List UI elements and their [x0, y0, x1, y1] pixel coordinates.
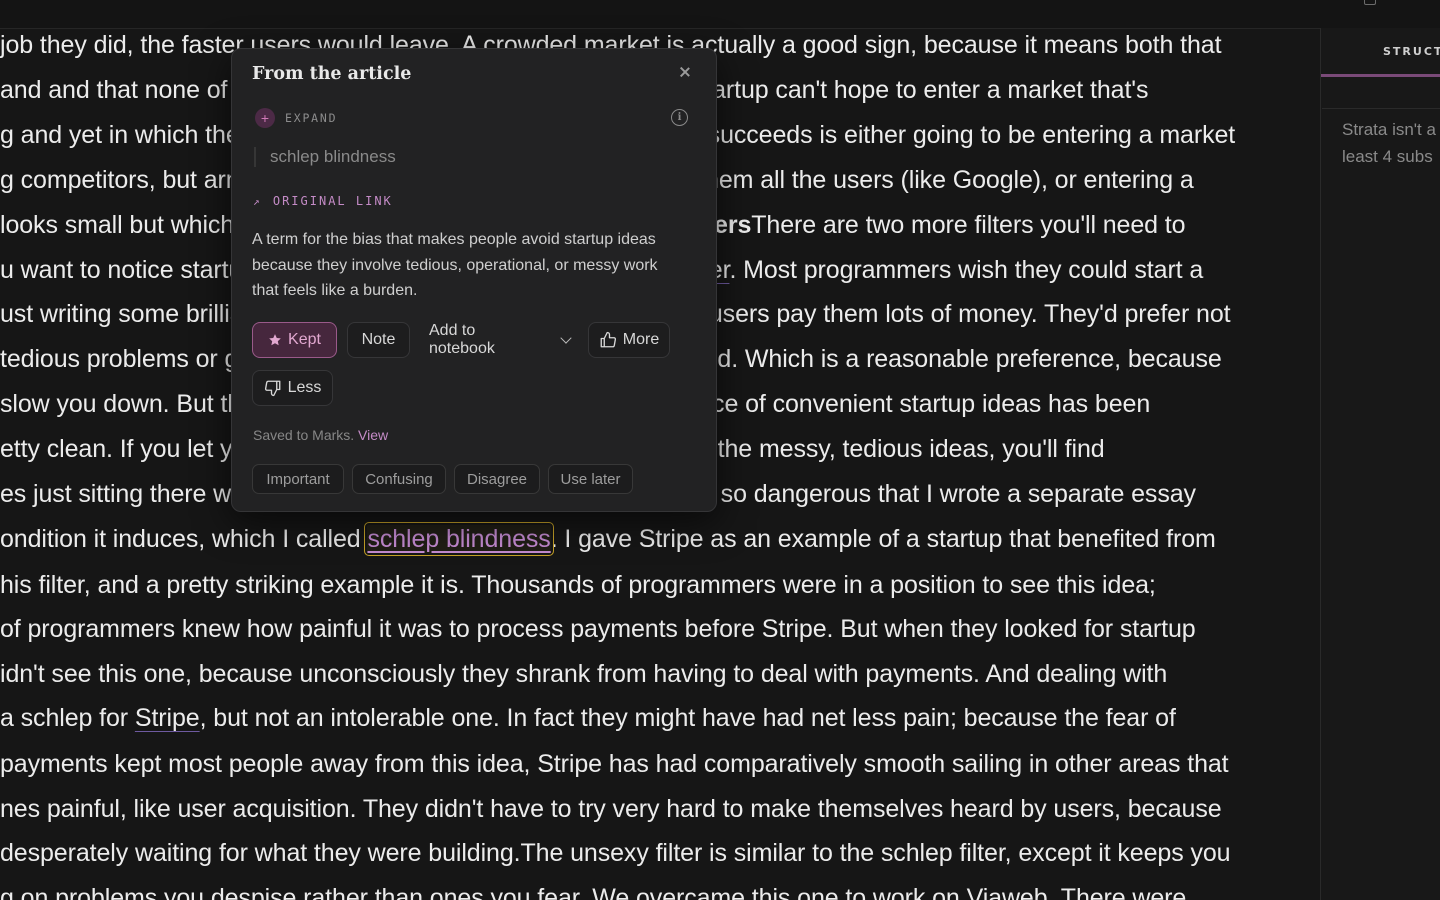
tab-structure[interactable]: STRUCTU [1383, 45, 1440, 58]
text-run: g on problems you despise rather than on… [0, 884, 1187, 900]
text-run: payments kept most people away from this… [0, 750, 1229, 778]
text-run: a schlep for [0, 704, 135, 732]
note-label: Note [361, 331, 396, 348]
view-marks-link[interactable]: View [358, 427, 388, 443]
more-label: More [622, 331, 660, 348]
structure-sidebar: STRUCTU Strata isn't a least 4 subs [1320, 28, 1440, 900]
add-to-notebook-dropdown[interactable]: Add to notebook [420, 322, 572, 358]
expand-label[interactable]: EXPAND [285, 111, 337, 125]
sidebar-text: Strata isn't a least 4 subs [1342, 116, 1436, 170]
article-line: nes painful, like user acquisition. They… [0, 793, 1222, 825]
expand-icon[interactable]: + [255, 108, 275, 128]
info-icon[interactable]: i [671, 109, 688, 126]
star-icon [269, 334, 281, 346]
top-bar [0, 0, 1440, 29]
close-icon[interactable] [678, 65, 692, 79]
original-link-label: ORIGINAL LINK [272, 194, 393, 208]
arrow-up-right-icon: ↗ [253, 195, 262, 208]
window-control-icon[interactable] [1364, 0, 1376, 5]
sidebar-divider [1322, 108, 1440, 109]
text-run: idn't see this one, because unconsciousl… [0, 660, 1168, 688]
article-line: idn't see this one, because unconsciousl… [0, 658, 1167, 690]
saved-text: Saved to Marks. [253, 427, 355, 443]
tag-confusing[interactable]: Confusing [352, 464, 446, 494]
article-line: payments kept most people away from this… [0, 748, 1229, 780]
less-label: Less [287, 379, 322, 396]
original-link[interactable]: ↗ ORIGINAL LINK [253, 194, 393, 208]
sidebar-text-line: Strata isn't a [1342, 120, 1436, 139]
highlighted-term[interactable]: schlep blindness [364, 522, 554, 556]
inline-link[interactable]: Stripe [135, 704, 200, 732]
note-button[interactable]: Note [347, 322, 410, 358]
kept-button[interactable]: Kept [252, 322, 337, 358]
text-run: . Most programmers wish they could start… [729, 256, 1204, 284]
tag-important[interactable]: Important [252, 464, 344, 494]
less-button[interactable]: Less [252, 370, 333, 406]
text-run: nes painful, like user acquisition. They… [0, 795, 1222, 823]
tag-use-later[interactable]: Use later [548, 464, 633, 494]
term-popover: From the article + EXPAND i schlep blind… [231, 48, 717, 512]
article-line: of programmers knew how painful it was t… [0, 613, 1196, 645]
chevron-down-icon [560, 332, 572, 344]
tag-disagree[interactable]: Disagree [454, 464, 540, 494]
text-run: desperately waiting for what they were b… [0, 839, 1231, 867]
kept-label: Kept [288, 331, 321, 348]
text-run: his filter, and a pretty striking exampl… [0, 571, 1156, 599]
text-run: of programmers knew how painful it was t… [0, 615, 1196, 643]
saved-status: Saved to Marks. View [253, 427, 388, 443]
text-run: , but not an intolerable one. In fact th… [199, 704, 1176, 732]
article-line: g on problems you despise rather than on… [0, 882, 1186, 900]
article-line: his filter, and a pretty striking exampl… [0, 569, 1156, 601]
article-line: a schlep for Stripe, but not an intolera… [0, 702, 1176, 734]
text-run: There are two more filters you'll need t… [751, 211, 1186, 239]
article-line: desperately waiting for what they were b… [0, 837, 1231, 869]
article-line: ondition it induces, which I called schl… [0, 522, 1216, 556]
active-tab-indicator [1321, 74, 1440, 77]
text-run: . I gave Stripe as an example of a start… [550, 525, 1216, 553]
popover-title: From the article [252, 64, 412, 84]
thumbs-up-icon [599, 331, 617, 349]
text-run: ondition it induces, which I called [0, 525, 368, 553]
sidebar-text-line: least 4 subs [1342, 147, 1433, 166]
term-description: A term for the bias that makes people av… [252, 231, 658, 299]
term-field[interactable]: schlep blindness [254, 147, 700, 167]
more-button[interactable]: More [588, 322, 670, 358]
add-to-notebook-label: Add to notebook [429, 322, 495, 357]
thumbs-down-icon [264, 379, 282, 397]
